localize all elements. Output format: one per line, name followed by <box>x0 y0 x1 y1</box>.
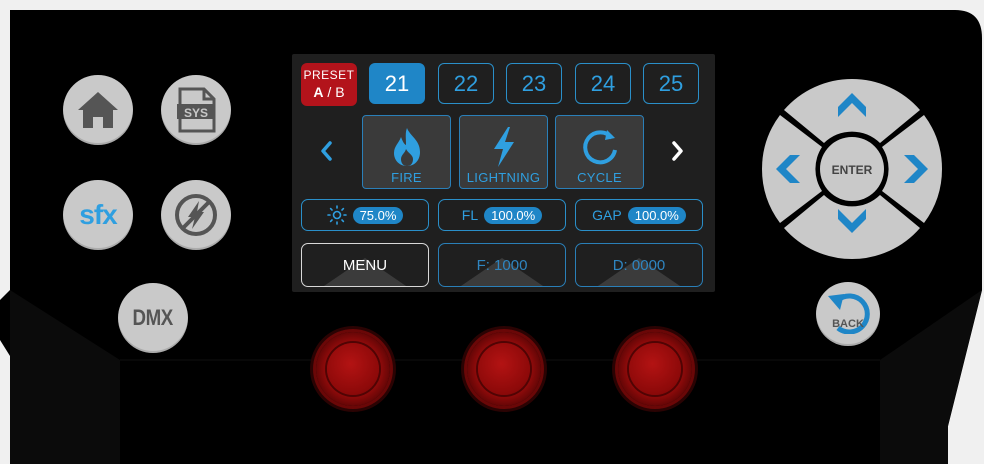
menu-softkey[interactable]: MENU <box>301 243 429 287</box>
effect-lightning-label: LIGHTNING <box>466 170 541 185</box>
sfx-button[interactable]: sfx <box>63 180 133 250</box>
dmx-label: DMX <box>132 305 174 330</box>
fl-label: FL <box>461 207 479 223</box>
sys-label: SYS <box>183 106 208 120</box>
effect-lightning-tile[interactable]: LIGHTNING <box>459 115 548 189</box>
preset-21-button[interactable]: 21 <box>369 63 425 104</box>
gap-label: GAP <box>592 207 622 223</box>
brightness-control[interactable]: 75.0% <box>301 199 429 231</box>
menu-label: MENU <box>342 256 388 274</box>
dmx-button[interactable]: DMX <box>118 283 188 353</box>
effect-cycle-label: CYCLE <box>577 170 622 185</box>
no-flash-button[interactable] <box>161 180 231 250</box>
chevron-right-icon[interactable] <box>671 140 685 169</box>
preset-a: A <box>313 84 324 100</box>
home-icon <box>78 92 118 128</box>
preset-23-button[interactable]: 23 <box>506 63 562 104</box>
f-softkey[interactable]: F: 1000 <box>438 243 566 287</box>
gap-value: 100.0% <box>627 206 686 224</box>
sfx-icon: sfx <box>79 199 117 230</box>
preset-b: B <box>335 84 345 100</box>
no-flash-icon <box>175 194 217 236</box>
d-value: D: 0000 <box>612 256 666 274</box>
brightness-icon <box>326 205 347 225</box>
d-softkey[interactable]: D: 0000 <box>575 243 703 287</box>
effect-fire-tile[interactable]: FIRE <box>362 115 451 189</box>
left-encoder-knob[interactable] <box>316 332 390 406</box>
brightness-value: 75.0% <box>352 206 404 224</box>
back-button[interactable]: BACK <box>816 282 880 346</box>
effect-fire-label: FIRE <box>391 170 422 185</box>
f-value: F: 1000 <box>476 256 528 274</box>
fl-value: 100.0% <box>484 206 543 224</box>
home-button[interactable] <box>63 75 133 145</box>
fl-control[interactable]: FL 100.0% <box>438 199 566 231</box>
sys-button[interactable]: SYS <box>161 75 231 145</box>
preset-sep: / <box>323 84 336 100</box>
preset-22-button[interactable]: 22 <box>438 63 494 104</box>
flame-icon <box>393 128 420 166</box>
chevron-left-icon[interactable] <box>319 140 333 169</box>
knob-cap <box>327 343 379 395</box>
preset-24-button[interactable]: 24 <box>575 63 631 104</box>
effect-cycle-tile[interactable]: CYCLE <box>555 115 644 189</box>
gap-control[interactable]: GAP 100.0% <box>575 199 703 231</box>
back-label: BACK <box>832 318 864 330</box>
center-encoder-knob[interactable] <box>467 332 541 406</box>
lightning-icon <box>493 127 514 167</box>
preset-ab-button[interactable]: PRESET A / B <box>301 63 357 106</box>
preset-25-button[interactable]: 25 <box>643 63 699 104</box>
nav-up-button[interactable] <box>784 78 920 143</box>
preset-ab-toggle: A / B <box>301 84 357 100</box>
enter-label: ENTER <box>831 163 873 177</box>
cycle-icon <box>582 130 617 165</box>
preset-label: PRESET <box>303 68 355 82</box>
knob-cap <box>629 343 681 395</box>
knob-cap <box>478 343 530 395</box>
right-encoder-knob[interactable] <box>618 332 692 406</box>
